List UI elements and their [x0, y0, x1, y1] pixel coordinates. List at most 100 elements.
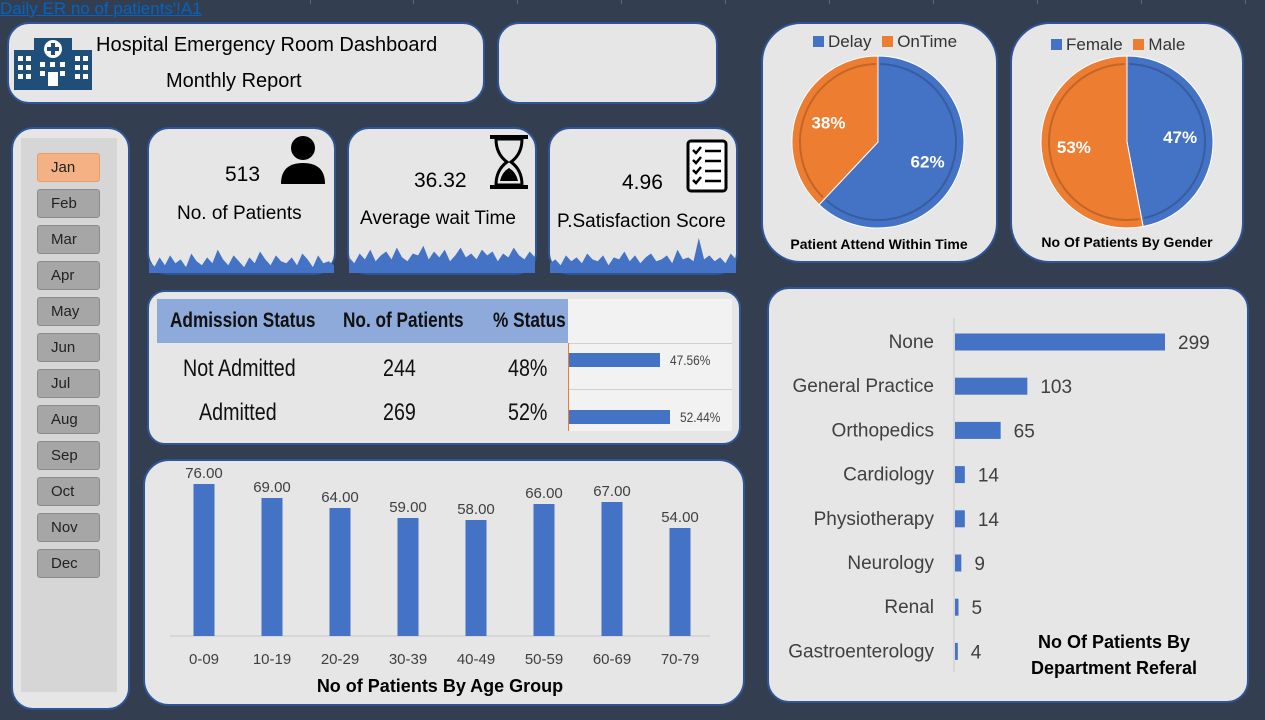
admission-row-admitted-status: Admitted — [199, 399, 277, 426]
person-icon — [281, 136, 325, 184]
attend-pie-title: Patient Attend Within Time — [790, 236, 968, 252]
dept-bar-orthopedics — [955, 421, 1001, 439]
dashboard-subtitle: Monthly Report — [166, 70, 302, 92]
dept-category-label: Gastroenterology — [788, 641, 934, 662]
age-bar-value-label: 64.00 — [321, 489, 359, 506]
pie-data-label: 62% — [911, 153, 945, 172]
dept-category-label: Renal — [884, 597, 934, 618]
pie-data-label: 38% — [811, 113, 845, 132]
legend-male-swatch — [1133, 38, 1145, 50]
sparkline-area — [550, 237, 736, 273]
month-button-apr[interactable]: Apr — [37, 261, 100, 290]
age-bar-40-49 — [465, 520, 487, 636]
age-bar-10-19 — [261, 498, 283, 636]
dept-bar-renal — [955, 598, 959, 616]
month-button-mar[interactable]: Mar — [37, 225, 100, 254]
admission-bar-grid2 — [568, 389, 732, 390]
age-bar-value-label: 66.00 — [525, 485, 563, 502]
age-bar-value-label: 54.00 — [661, 509, 699, 526]
month-button-jan[interactable]: Jan — [37, 153, 100, 182]
satisfaction-sparkline — [550, 237, 736, 273]
month-button-sep[interactable]: Sep — [37, 441, 100, 470]
dept-bar-general-practice — [955, 377, 1028, 395]
dept-bar-none — [955, 333, 1165, 351]
sheet-link[interactable]: Daily ER no of patients'!A1 — [0, 0, 310, 22]
attend-legend: Delay OnTime — [813, 32, 957, 52]
admission-header-pct: % Status — [493, 309, 566, 332]
dept-bar-neurology — [955, 554, 962, 572]
dept-value-label: 14 — [978, 510, 1000, 531]
kpi-patients-label: No. of Patients — [177, 203, 302, 224]
age-bar-value-label: 67.00 — [593, 483, 631, 500]
admission-header-status: Admission Status — [170, 309, 316, 332]
dept-category-label: Orthopedics — [832, 420, 934, 441]
department-chart-title: No Of Patients By Department Referal — [1030, 632, 1198, 678]
sparkline-area — [349, 245, 535, 273]
dept-bar-cardiology — [955, 466, 965, 484]
dept-category-label: None — [889, 332, 934, 353]
admission-header-count: No. of Patients — [343, 309, 464, 332]
admission-row-notadmitted-pct: 48% — [508, 355, 548, 382]
age-bar-value-label: 59.00 — [389, 499, 427, 516]
age-category-label: 40-49 — [457, 651, 495, 668]
dept-bar-gastroenterology — [955, 642, 958, 660]
dept-bar-physiotherapy — [955, 510, 965, 528]
age-bar-70-79 — [669, 528, 691, 636]
admission-row-admitted-pct: 52% — [508, 399, 548, 426]
month-button-jul[interactable]: Jul — [37, 369, 100, 398]
month-button-oct[interactable]: Oct — [37, 477, 100, 506]
dept-category-label: Physiotherapy — [814, 509, 935, 530]
attend-pie-chart: 62% 38% — [791, 55, 965, 229]
age-bar-60-69 — [601, 502, 623, 636]
admission-bar-admitted — [569, 410, 670, 424]
kpi-wait-value: 36.32 — [414, 169, 467, 192]
dept-value-label: 299 — [1178, 333, 1210, 354]
admission-row-notadmitted-count: 244 — [383, 355, 416, 382]
legend-ontime-label: OnTime — [897, 32, 958, 51]
age-bar-value-label: 69.00 — [253, 479, 291, 496]
checklist-icon — [686, 139, 728, 193]
kpi-wait-label: Average wait Time — [360, 208, 516, 229]
age-category-label: 20-29 — [321, 651, 359, 668]
admission-bar-admitted-label: 52.44% — [679, 409, 721, 425]
legend-delay-label: Delay — [828, 32, 872, 51]
month-button-nov[interactable]: Nov — [37, 513, 100, 542]
hourglass-icon — [490, 135, 528, 189]
legend-delay: Delay — [813, 32, 871, 51]
admission-row-admitted-count: 269 — [383, 399, 416, 426]
month-button-may[interactable]: May — [37, 297, 100, 326]
dept-value-label: 103 — [1040, 377, 1072, 398]
month-button-feb[interactable]: Feb — [37, 189, 100, 218]
legend-ontime: OnTime — [882, 32, 957, 51]
pie-data-label: 53% — [1057, 138, 1091, 157]
age-bar-30-39 — [397, 518, 419, 636]
age-bar-value-label: 58.00 — [457, 501, 495, 518]
sparkline-area — [149, 249, 334, 273]
admission-bar-grid1 — [568, 343, 732, 344]
month-button-jun[interactable]: Jun — [37, 333, 100, 362]
admission-bar-notadmitted-label: 47.56% — [670, 352, 711, 368]
pie-data-label: 47% — [1163, 128, 1197, 147]
age-category-label: 0-09 — [189, 651, 219, 668]
dept-value-label: 5 — [972, 598, 983, 619]
wait-sparkline — [349, 245, 535, 273]
kpi-satisfaction-label: P.Satisfaction Score — [557, 211, 726, 232]
empty-panel — [497, 22, 718, 104]
dept-value-label: 65 — [1014, 421, 1035, 442]
dept-value-label: 4 — [971, 642, 982, 663]
department-bar-chart: None 299 General Practice 103 Orthopedics 65 C… — [788, 318, 1210, 672]
age-category-label: 10-19 — [253, 651, 291, 668]
kpi-patients-value: 513 — [225, 163, 261, 186]
dept-value-label: 9 — [974, 554, 985, 575]
admission-bar-notadmitted — [569, 353, 661, 367]
age-bar-20-29 — [329, 508, 351, 636]
admission-row-notadmitted-status: Not Admitted — [183, 355, 296, 382]
legend-ontime-swatch — [882, 35, 894, 47]
month-button-dec[interactable]: Dec — [37, 549, 100, 578]
age-chart-title: No of Patients By Age Group — [316, 676, 564, 696]
patients-sparkline — [149, 249, 334, 273]
age-bar-50-59 — [533, 504, 555, 636]
month-button-aug[interactable]: Aug — [37, 405, 100, 434]
legend-delay-swatch — [813, 35, 824, 47]
gender-pie-chart: 47% 53% — [1040, 55, 1214, 229]
